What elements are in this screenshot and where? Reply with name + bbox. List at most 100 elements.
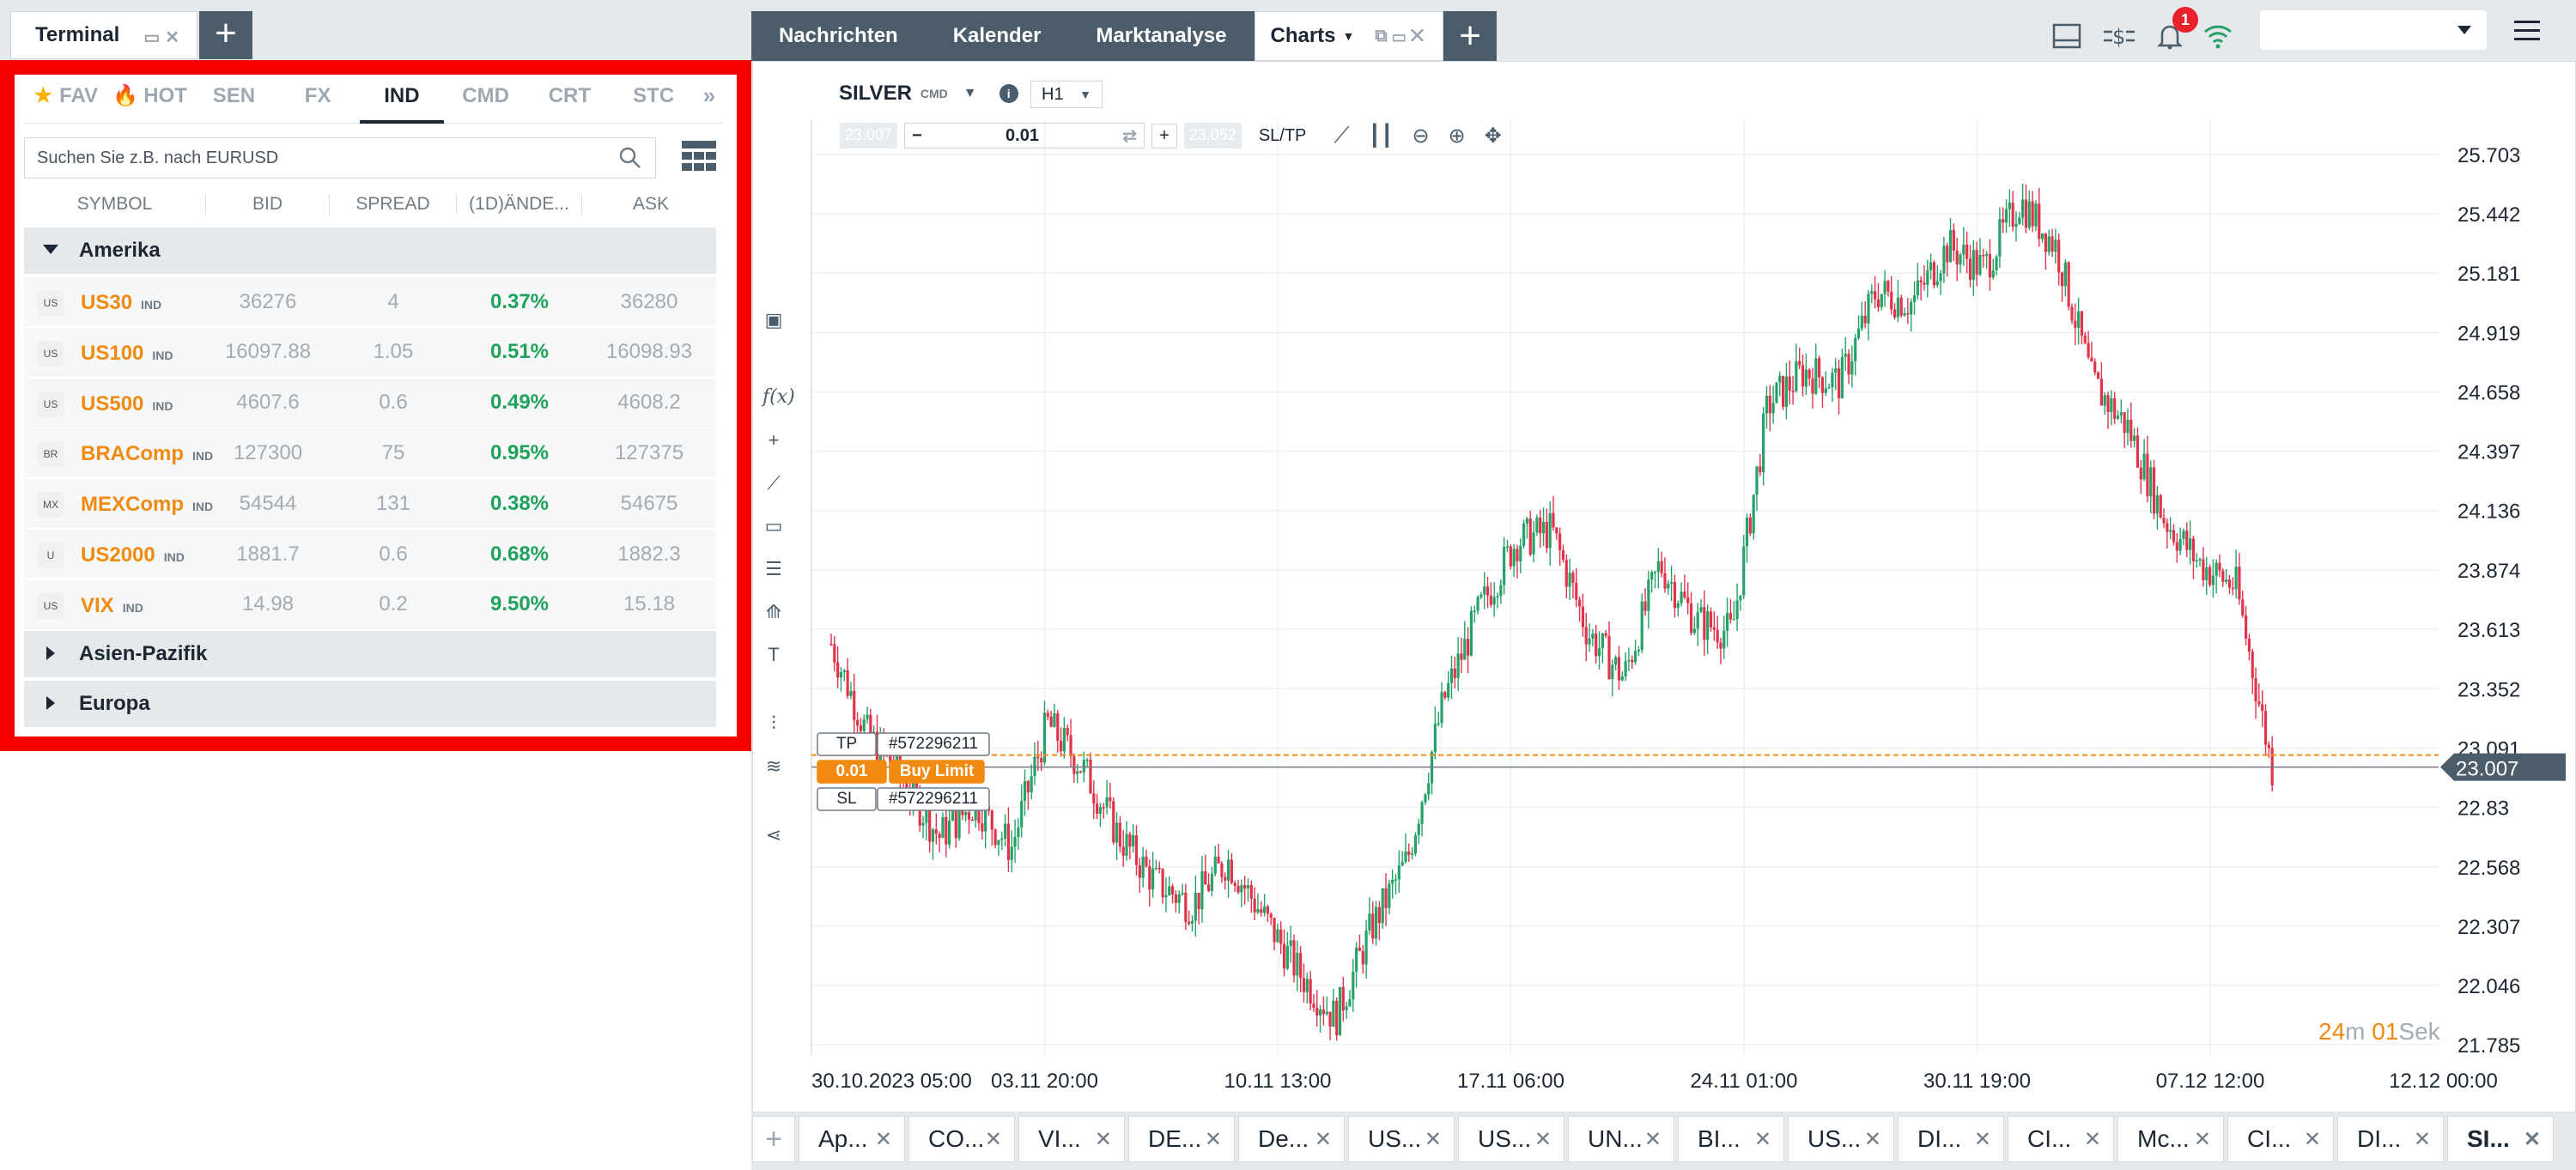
candle — [2031, 201, 2034, 227]
candle — [1341, 986, 1345, 1010]
candle — [2004, 209, 2008, 223]
close-icon[interactable]: ✕ — [1205, 1127, 1222, 1152]
candle — [1246, 884, 1250, 888]
chart-tab[interactable]: UN... ✕ — [1568, 1116, 1674, 1162]
text-icon[interactable]: T — [762, 644, 785, 666]
chart-canvas[interactable]: 25.703 25.442 25.181 24.919 24.658 24.397 24.1… — [0, 0, 2576, 1170]
function-icon[interactable]: f(x) — [762, 386, 795, 409]
chart-tab[interactable]: CI... ✕ — [2008, 1116, 2114, 1162]
candle — [1617, 657, 1621, 681]
candle — [1952, 229, 1955, 251]
close-icon[interactable]: ✕ — [1644, 1127, 1662, 1152]
info-icon[interactable]: i — [999, 84, 1018, 103]
candle — [1541, 521, 1546, 534]
stack-icon[interactable]: ≋ — [762, 755, 785, 778]
candle — [2189, 538, 2192, 550]
chart-tab[interactable]: SI... ✕ — [2447, 1116, 2554, 1162]
close-icon[interactable]: ✕ — [1315, 1127, 1332, 1152]
timeframe-select[interactable]: H1 ▼ — [1030, 81, 1103, 108]
candle — [1282, 943, 1286, 969]
chart-tab[interactable]: Mc... ✕ — [2117, 1116, 2224, 1162]
close-icon[interactable]: ✕ — [875, 1127, 892, 1152]
x-tick-label: 24.11 01:00 — [1690, 1070, 1797, 1093]
candle — [1056, 712, 1060, 741]
close-icon[interactable]: ✕ — [985, 1127, 1002, 1152]
candle — [1476, 597, 1479, 611]
crosshair-icon[interactable]: + — [762, 429, 785, 452]
chart-tab[interactable]: DI... ✕ — [1898, 1116, 2004, 1162]
close-icon[interactable]: ✕ — [2414, 1127, 2431, 1152]
rectangle-icon[interactable]: ▭ — [762, 515, 785, 537]
chart-tab[interactable]: US... ✕ — [1348, 1116, 1455, 1162]
candle — [2247, 638, 2251, 652]
chart-tab[interactable]: VI... ✕ — [1018, 1116, 1125, 1162]
candle — [1611, 664, 1614, 680]
candle — [1728, 613, 1733, 620]
add-tab-button[interactable]: + — [752, 1116, 795, 1162]
close-icon[interactable]: ✕ — [2524, 1127, 2541, 1152]
zoom-in-icon[interactable]: ⊕ — [1449, 124, 1466, 149]
candle — [1194, 893, 1197, 921]
close-icon[interactable]: ✕ — [1095, 1127, 1112, 1152]
candle — [1874, 291, 1877, 300]
chart-tab[interactable]: De... ✕ — [1238, 1116, 1345, 1162]
candle — [1289, 940, 1292, 946]
candle — [1670, 582, 1674, 584]
close-icon[interactable]: ✕ — [1974, 1127, 1991, 1152]
indicators-icon[interactable]: ⫶ — [762, 712, 785, 735]
chart-tab[interactable]: US... ✕ — [1458, 1116, 1564, 1162]
zoom-out-icon[interactable]: ⊖ — [1413, 124, 1430, 149]
chart-tab[interactable]: Ap... ✕ — [799, 1116, 905, 1162]
candle — [1200, 870, 1204, 910]
candle — [1240, 885, 1243, 893]
chart-tab[interactable]: US... ✕ — [1788, 1116, 1894, 1162]
candle — [1400, 861, 1404, 866]
layers-panel-icon[interactable]: ▣ — [762, 309, 785, 331]
sell-price[interactable]: 23.007 — [840, 123, 898, 149]
x-tick-label: 30.11 19:00 — [1923, 1070, 2031, 1093]
close-icon[interactable]: ✕ — [1534, 1127, 1552, 1152]
buy-price[interactable]: 23.052 — [1183, 123, 1242, 149]
sltp-button[interactable]: SL/TP — [1259, 126, 1307, 146]
share-icon[interactable]: ⋖ — [762, 824, 785, 846]
candle — [1692, 628, 1696, 633]
candle — [1181, 892, 1184, 894]
pitchfork-icon[interactable]: ⟰ — [762, 601, 785, 623]
bottom-chart-tabs: + Ap... ✕ CO... ✕ VI... ✕ DE... ✕ De... ✕ US... ✕ US… — [752, 1112, 2576, 1166]
close-icon[interactable]: ✕ — [1864, 1127, 1881, 1152]
candle — [2267, 744, 2270, 749]
y-tick-label: 25.703 — [2458, 144, 2520, 167]
candle — [1988, 253, 1992, 278]
swap-icon[interactable]: ⇄ — [1122, 125, 1137, 147]
candle — [1138, 864, 1141, 878]
candle — [1818, 358, 1821, 378]
candle — [934, 829, 938, 834]
line-chart-icon[interactable]: ⟋ — [1334, 122, 1349, 149]
candle — [1948, 229, 1953, 263]
candle — [1449, 668, 1454, 683]
candlestick-icon[interactable]: ┃┃ — [1369, 124, 1394, 149]
candle — [2211, 575, 2215, 585]
chart-symbol[interactable]: SILVER CMD ▼ i — [839, 82, 1018, 106]
close-icon[interactable]: ✕ — [2194, 1127, 2211, 1152]
chart-tab[interactable]: CO... ✕ — [908, 1116, 1015, 1162]
chart-tab[interactable]: DE... ✕ — [1128, 1116, 1235, 1162]
chart-tab[interactable]: DI... ✕ — [2337, 1116, 2444, 1162]
trendline-icon[interactable]: ⟋ — [762, 472, 785, 494]
minus-icon[interactable]: − — [912, 126, 922, 146]
chart-tab[interactable]: CI... ✕ — [2227, 1116, 2334, 1162]
close-icon[interactable]: ✕ — [2304, 1127, 2321, 1152]
candle — [1004, 823, 1007, 840]
candle — [2096, 372, 2100, 379]
chart-tab[interactable]: BI... ✕ — [1678, 1116, 1784, 1162]
candle — [1479, 594, 1483, 597]
close-icon[interactable]: ✕ — [2084, 1127, 2101, 1152]
move-icon[interactable]: ✥ — [1485, 124, 1502, 149]
close-icon[interactable]: ✕ — [1425, 1127, 1442, 1152]
volume-stepper[interactable]: − 0.01 ⇄ — [904, 123, 1145, 149]
plus-icon[interactable]: + — [1151, 123, 1177, 149]
candle — [1637, 650, 1640, 652]
close-icon[interactable]: ✕ — [1754, 1127, 1771, 1152]
candle — [1568, 573, 1571, 587]
fibonacci-icon[interactable]: ☰ — [762, 558, 785, 580]
